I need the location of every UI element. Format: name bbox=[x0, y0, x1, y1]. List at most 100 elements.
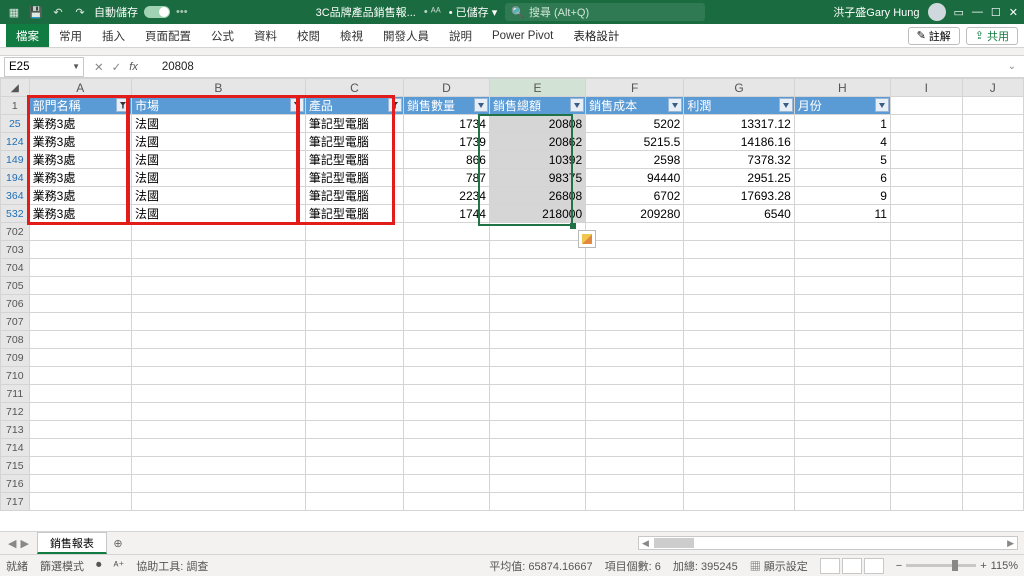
sheet-nav-prev-icon[interactable]: ◀ bbox=[8, 537, 16, 550]
table-row[interactable]: 717 bbox=[1, 493, 1024, 511]
table-row[interactable]: 194 業務3處法國筆記型電腦 7879837594440 2951.256 bbox=[1, 169, 1024, 187]
table-row[interactable]: 25 業務3處法國筆記型電腦 1734208085202 13317.121 bbox=[1, 115, 1024, 133]
tab-review[interactable]: 校閱 bbox=[287, 24, 330, 47]
quick-analysis-icon[interactable] bbox=[578, 230, 596, 248]
tab-pagelayout[interactable]: 頁面配置 bbox=[135, 24, 201, 47]
zoom-level[interactable]: 115% bbox=[991, 560, 1018, 572]
redo-icon[interactable]: ↷ bbox=[72, 4, 88, 20]
tab-data[interactable]: 資料 bbox=[244, 24, 287, 47]
table-row[interactable]: 715 bbox=[1, 457, 1024, 475]
table-row[interactable]: 124 業務3處法國筆記型電腦 1739208625215.5 14186.16… bbox=[1, 133, 1024, 151]
autosave-toggle[interactable] bbox=[144, 6, 170, 18]
tab-view[interactable]: 檢視 bbox=[330, 24, 373, 47]
macro-rec-icon[interactable]: ⏺ bbox=[96, 559, 102, 572]
comments-button[interactable]: ✎註解 bbox=[908, 27, 960, 45]
filter-btn-profit[interactable] bbox=[779, 98, 793, 112]
zoom-control[interactable]: −+ 115% bbox=[896, 560, 1018, 572]
filter-btn-product[interactable] bbox=[388, 98, 402, 112]
saved-indicator[interactable]: • 已儲存 ▾ bbox=[449, 4, 498, 20]
table-row[interactable]: 705 bbox=[1, 277, 1024, 295]
table-header-row: 1 部門名稱 市場 產品 銷售數量 銷售總額 銷售成本 利潤 月份 bbox=[1, 97, 1024, 115]
display-settings[interactable]: ▦ 顯示設定 bbox=[750, 558, 808, 574]
autosave-label: 自動儲存 bbox=[94, 4, 138, 20]
accessibility-icon[interactable]: ᴬ⁺ bbox=[114, 559, 125, 572]
fx-icon[interactable]: fx bbox=[129, 61, 146, 73]
table-row[interactable]: 707 bbox=[1, 313, 1024, 331]
app-icon: ▦ bbox=[6, 4, 22, 20]
sheet-tab-bar: ◀ ▶ 銷售報表 ⊕ ◀▶ bbox=[0, 531, 1024, 554]
doc-title: 3C品牌產品銷售報... bbox=[316, 4, 416, 20]
table-row[interactable]: 709 bbox=[1, 349, 1024, 367]
title-bar: ▦ 💾 ↶ ↷ 自動儲存 ••• 3C品牌產品銷售報... • ᴬᴬ • 已儲存… bbox=[0, 0, 1024, 24]
hdr-profit: 利潤 bbox=[684, 97, 794, 115]
formula-bar-row: E25▼ ✕ ✓ fx 20808 ⌄ bbox=[0, 56, 1024, 78]
add-sheet-button[interactable]: ⊕ bbox=[107, 532, 129, 554]
hdr-cost: 銷售成本 bbox=[586, 97, 684, 115]
hdr-total: 銷售總額 bbox=[489, 97, 585, 115]
table-row[interactable]: 711 bbox=[1, 385, 1024, 403]
hdr-dept: 部門名稱 bbox=[29, 97, 131, 115]
filter-btn-cost[interactable] bbox=[668, 98, 682, 112]
ribbon-body-collapsed bbox=[0, 48, 1024, 56]
table-row[interactable]: 712 bbox=[1, 403, 1024, 421]
avatar[interactable] bbox=[928, 3, 946, 21]
filter-btn-dept[interactable] bbox=[116, 98, 130, 112]
hdr-qty: 銷售數量 bbox=[404, 97, 490, 115]
user-name[interactable]: 洪子盛Gary Hung bbox=[833, 4, 919, 20]
filter-btn-qty[interactable] bbox=[474, 98, 488, 112]
table-row[interactable]: 532 業務3處法國筆記型電腦 1744218000209280 654011 bbox=[1, 205, 1024, 223]
status-filter-mode: 篩選模式 bbox=[40, 558, 84, 574]
tab-formulas[interactable]: 公式 bbox=[201, 24, 244, 47]
table-row[interactable]: 713 bbox=[1, 421, 1024, 439]
table-row[interactable]: 708 bbox=[1, 331, 1024, 349]
tab-powerpivot[interactable]: Power Pivot bbox=[482, 24, 563, 47]
save-icon[interactable]: 💾 bbox=[28, 4, 44, 20]
table-row[interactable]: 364 業務3處法國筆記型電腦 2234268086702 17693.289 bbox=[1, 187, 1024, 205]
table-row[interactable]: 149 業務3處法國筆記型電腦 866103922598 7378.325 bbox=[1, 151, 1024, 169]
cancel-icon[interactable]: ✕ bbox=[94, 60, 104, 74]
table-row[interactable]: 716 bbox=[1, 475, 1024, 493]
confirm-icon[interactable]: ✓ bbox=[112, 60, 122, 74]
filter-btn-total[interactable] bbox=[570, 98, 584, 112]
share-button[interactable]: ⇪共用 bbox=[966, 27, 1018, 45]
ribbon-mode-icon[interactable]: ▭ bbox=[954, 6, 964, 19]
search-placeholder: 搜尋 (Alt+Q) bbox=[529, 4, 589, 20]
undo-icon[interactable]: ↶ bbox=[50, 4, 66, 20]
close-icon[interactable]: ✕ bbox=[1009, 6, 1018, 19]
search-icon: 🔍 bbox=[511, 6, 525, 19]
tab-help[interactable]: 說明 bbox=[439, 24, 482, 47]
table-row[interactable]: 702 bbox=[1, 223, 1024, 241]
name-box[interactable]: E25▼ bbox=[4, 57, 84, 77]
filter-btn-market[interactable] bbox=[290, 98, 304, 112]
search-box[interactable]: 🔍 搜尋 (Alt+Q) bbox=[505, 3, 705, 21]
sheet-tab-active[interactable]: 銷售報表 bbox=[37, 532, 107, 554]
tab-developer[interactable]: 開發人員 bbox=[373, 24, 439, 47]
sheet-nav-next-icon[interactable]: ▶ bbox=[20, 537, 28, 550]
tab-home[interactable]: 常用 bbox=[49, 24, 92, 47]
formula-bar[interactable]: 20808 bbox=[156, 61, 1000, 73]
minimize-icon[interactable]: — bbox=[972, 6, 983, 18]
table-row[interactable]: 706 bbox=[1, 295, 1024, 313]
tab-file[interactable]: 檔案 bbox=[6, 24, 49, 47]
hdr-product: 產品 bbox=[305, 97, 403, 115]
table-row[interactable]: 703 bbox=[1, 241, 1024, 259]
view-switcher[interactable] bbox=[820, 558, 884, 574]
status-bar: 就緒 篩選模式 ⏺ ᴬ⁺ 協助工具: 調查 平均值: 65874.16667 項… bbox=[0, 554, 1024, 576]
select-all-corner[interactable]: ◢ bbox=[1, 79, 30, 97]
maximize-icon[interactable]: ☐ bbox=[991, 6, 1001, 19]
spreadsheet-grid[interactable]: ◢ ABC DEF GHIJ 1 部門名稱 市場 產品 銷售數量 銷售總額 銷售… bbox=[0, 78, 1024, 531]
status-ready: 就緒 bbox=[6, 558, 28, 574]
filter-btn-month[interactable] bbox=[875, 98, 889, 112]
formula-expand-icon[interactable]: ⌄ bbox=[1000, 61, 1024, 72]
hdr-month: 月份 bbox=[794, 97, 890, 115]
table-row[interactable]: 710 bbox=[1, 367, 1024, 385]
hdr-market: 市場 bbox=[131, 97, 305, 115]
tab-tabledesign[interactable]: 表格設計 bbox=[563, 24, 629, 47]
accessibility-label[interactable]: 協助工具: 調查 bbox=[136, 558, 208, 574]
table-row[interactable]: 714 bbox=[1, 439, 1024, 457]
table-row[interactable]: 704 bbox=[1, 259, 1024, 277]
column-headers[interactable]: ◢ ABC DEF GHIJ bbox=[1, 79, 1024, 97]
ribbon-tabs: 檔案 常用 插入 頁面配置 公式 資料 校閱 檢視 開發人員 說明 Power … bbox=[0, 24, 1024, 48]
tab-insert[interactable]: 插入 bbox=[92, 24, 135, 47]
horizontal-scrollbar[interactable]: ◀▶ bbox=[638, 536, 1018, 550]
